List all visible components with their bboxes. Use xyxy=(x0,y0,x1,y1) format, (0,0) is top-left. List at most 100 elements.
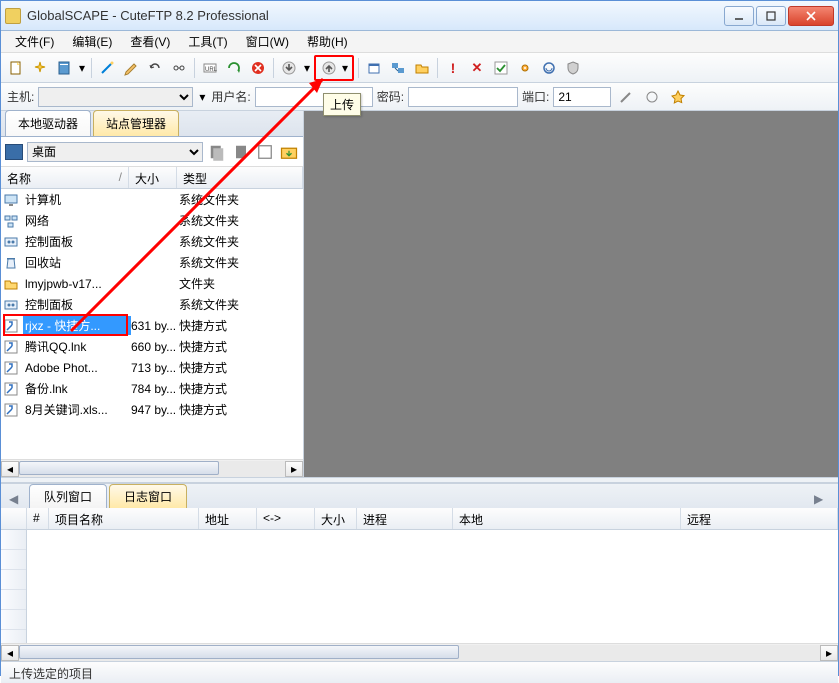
brush-icon[interactable] xyxy=(120,57,142,79)
gear-icon[interactable] xyxy=(514,57,536,79)
sparkle-icon[interactable] xyxy=(29,57,51,79)
tab-nav-right[interactable]: ▶ xyxy=(814,492,830,508)
menu-tools[interactable]: 工具(T) xyxy=(180,31,235,52)
file-row[interactable]: 计算机系统文件夹 xyxy=(1,189,303,210)
qscroll-left[interactable]: ◂ xyxy=(1,645,19,661)
menu-help[interactable]: 帮助(H) xyxy=(299,31,356,52)
col-type[interactable]: 类型 xyxy=(177,167,303,188)
file-type: 系统文件夹 xyxy=(179,233,301,250)
maximize-button[interactable] xyxy=(756,6,786,26)
refresh-local-icon[interactable] xyxy=(279,142,299,162)
close-button[interactable] xyxy=(788,6,834,26)
tab-local-drives[interactable]: 本地驱动器 xyxy=(5,110,91,136)
tab-site-manager[interactable]: 站点管理器 xyxy=(93,110,179,136)
col-size[interactable]: 大小 xyxy=(129,167,177,188)
file-row[interactable]: 控制面板系统文件夹 xyxy=(1,294,303,315)
refresh-icon[interactable] xyxy=(223,57,245,79)
tab-nav-left[interactable]: ◀ xyxy=(9,492,25,508)
titlebar: GlobalSCAPE - CuteFTP 8.2 Professional xyxy=(1,1,838,31)
file-row[interactable]: 备份.lnk784 by...快捷方式 xyxy=(1,378,303,399)
user-label: 用户名: xyxy=(211,88,250,105)
file-icon xyxy=(3,297,19,313)
sync-icon[interactable] xyxy=(387,57,409,79)
file-icon xyxy=(3,192,19,208)
app-icon xyxy=(5,8,21,24)
tab-log[interactable]: 日志窗口 xyxy=(109,484,187,508)
file-icon xyxy=(3,234,19,250)
book-dropdown[interactable]: ▾ xyxy=(77,61,87,75)
qcol-size[interactable]: 大小 xyxy=(315,508,357,529)
qcol-item[interactable]: 项目名称 xyxy=(49,508,199,529)
quick-connect-icon[interactable] xyxy=(615,86,637,108)
host-history-dropdown[interactable]: ▾ xyxy=(197,90,207,104)
qcol-num[interactable]: # xyxy=(27,508,49,529)
file-row[interactable]: 网络系统文件夹 xyxy=(1,210,303,231)
qscroll-track[interactable] xyxy=(19,645,820,661)
upload-dropdown[interactable]: ▾ xyxy=(340,61,350,75)
file-row[interactable]: 控制面板系统文件夹 xyxy=(1,231,303,252)
file-size: 947 by... xyxy=(131,403,179,417)
toolbar: ▾ URL ▾ ▾ ! ✕ xyxy=(1,53,838,83)
password-input[interactable] xyxy=(408,87,518,107)
book-icon[interactable] xyxy=(53,57,75,79)
qcol-hdr[interactable] xyxy=(1,508,27,529)
url-icon[interactable]: URL xyxy=(199,57,221,79)
hscroll-track[interactable] xyxy=(19,461,285,477)
file-list: 名称 / 大小 类型 计算机系统文件夹网络系统文件夹控制面板系统文件夹回收站系统… xyxy=(1,167,303,477)
window-title: GlobalSCAPE - CuteFTP 8.2 Professional xyxy=(27,8,724,23)
file-row[interactable]: 8月关键词.xls...947 by...快捷方式 xyxy=(1,399,303,420)
file-row[interactable]: lmyjpwb-v17...文件夹 xyxy=(1,273,303,294)
reconnect-icon[interactable] xyxy=(144,57,166,79)
file-row[interactable]: 回收站系统文件夹 xyxy=(1,252,303,273)
qcol-remote[interactable]: 远程 xyxy=(681,508,838,529)
qcol-addr[interactable]: 地址 xyxy=(199,508,257,529)
menu-view[interactable]: 查看(V) xyxy=(122,31,178,52)
download-icon[interactable] xyxy=(278,57,300,79)
file-row[interactable]: rjxz - 快捷方...631 by...快捷方式 xyxy=(1,315,303,336)
qscroll-thumb[interactable] xyxy=(19,645,459,659)
link-icon[interactable] xyxy=(168,57,190,79)
hscroll-thumb[interactable] xyxy=(19,461,219,475)
qcol-local[interactable]: 本地 xyxy=(453,508,681,529)
file-name: 备份.lnk xyxy=(23,379,131,398)
download-dropdown[interactable]: ▾ xyxy=(302,61,312,75)
new-button[interactable] xyxy=(5,57,27,79)
host-input[interactable] xyxy=(38,87,193,107)
support-icon[interactable] xyxy=(538,57,560,79)
alert-icon[interactable]: ! xyxy=(442,57,464,79)
upload-icon[interactable] xyxy=(318,57,340,79)
file-name: 回收站 xyxy=(23,253,131,272)
file-size: 631 by... xyxy=(131,319,179,333)
hscroll-left[interactable]: ◂ xyxy=(1,461,19,477)
hscroll-right[interactable]: ▸ xyxy=(285,461,303,477)
delete-icon[interactable]: ✕ xyxy=(466,57,488,79)
queue-empty xyxy=(27,530,838,643)
check-icon[interactable] xyxy=(490,57,512,79)
qscroll-right[interactable]: ▸ xyxy=(820,645,838,661)
minimize-button[interactable] xyxy=(724,6,754,26)
file-row[interactable]: 腾讯QQ.lnk660 by...快捷方式 xyxy=(1,336,303,357)
connect-wand-icon[interactable] xyxy=(96,57,118,79)
tab-queue[interactable]: 队列窗口 xyxy=(29,484,107,508)
col-name[interactable]: 名称 / xyxy=(1,167,129,188)
favorites-icon[interactable] xyxy=(667,86,689,108)
paste-icon[interactable] xyxy=(231,142,251,162)
host-label: 主机: xyxy=(7,88,34,105)
config-icon[interactable] xyxy=(641,86,663,108)
schedule-icon[interactable] xyxy=(363,57,385,79)
qcol-dir[interactable]: <-> xyxy=(257,508,315,529)
shield-icon[interactable] xyxy=(562,57,584,79)
menu-edit[interactable]: 编辑(E) xyxy=(64,31,120,52)
menu-window[interactable]: 窗口(W) xyxy=(238,31,297,52)
stop-icon[interactable] xyxy=(247,57,269,79)
copy-icon[interactable] xyxy=(207,142,227,162)
file-type: 快捷方式 xyxy=(179,317,301,334)
folder-open-icon[interactable] xyxy=(411,57,433,79)
file-row[interactable]: Adobe Phot...713 by...快捷方式 xyxy=(1,357,303,378)
file-icon xyxy=(3,360,19,376)
qcol-progress[interactable]: 进程 xyxy=(357,508,453,529)
menu-file[interactable]: 文件(F) xyxy=(7,31,62,52)
port-input[interactable] xyxy=(553,87,611,107)
view-icon[interactable] xyxy=(255,142,275,162)
location-dropdown[interactable]: 桌面 xyxy=(27,142,203,162)
